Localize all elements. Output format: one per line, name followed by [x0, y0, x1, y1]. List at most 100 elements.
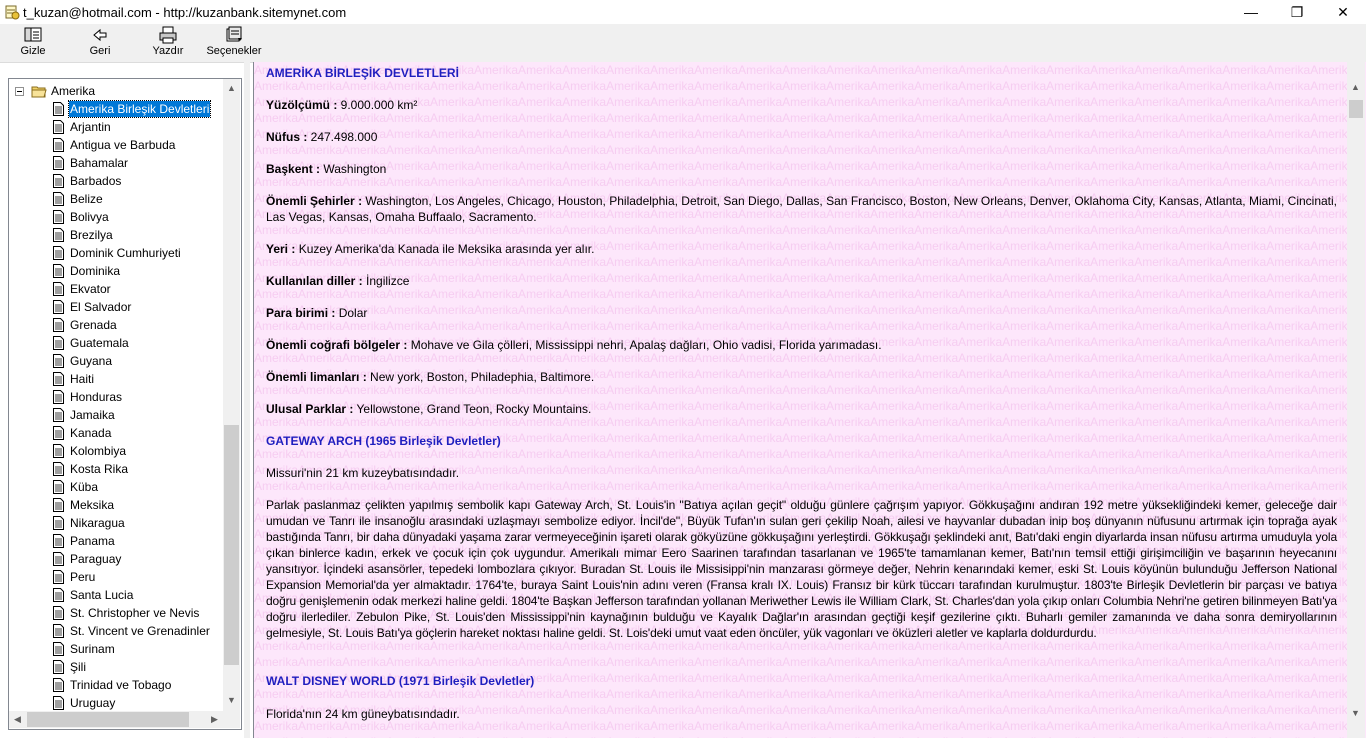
content-scroll-thumb[interactable] [1349, 100, 1363, 118]
content-scroll-up-icon[interactable]: ▲ [1347, 82, 1364, 92]
walt-disney-location: Florida'nın 24 km güneybatısındadır. [266, 707, 460, 721]
scroll-right-icon[interactable]: ▶ [206, 714, 223, 725]
minimize-button[interactable]: — [1228, 0, 1274, 24]
tree-item-label: Santa Lucia [70, 588, 134, 602]
title-bar: t_kuzan@hotmail.com - http://kuzanbank.s… [0, 0, 1366, 24]
close-icon: ✕ [1337, 3, 1349, 20]
scroll-up-icon[interactable]: ▲ [223, 83, 240, 93]
tree-item-label: Kanada [70, 426, 112, 440]
open-folder-icon [31, 86, 47, 98]
document-icon [53, 336, 64, 350]
capital-line: Başkent : Washington [266, 162, 387, 176]
back-button[interactable]: Geri [86, 26, 114, 60]
scroll-left-icon[interactable]: ◀ [9, 714, 26, 725]
tree-item-label: Dominika [70, 264, 121, 278]
document-icon [53, 480, 64, 494]
document-icon [53, 102, 64, 116]
tree-item-label: Bolivya [70, 210, 109, 224]
close-button[interactable]: ✕ [1320, 0, 1366, 24]
tree-item-label: Guyana [70, 354, 113, 368]
document-icon [53, 534, 64, 548]
document-icon [53, 696, 64, 710]
document-icon [53, 408, 64, 422]
document-icon [53, 426, 64, 440]
document-icon [53, 138, 64, 152]
restore-icon: ❐ [1290, 3, 1304, 20]
tree-item-label: Küba [70, 480, 99, 494]
ports-line: Önemli limanları : New york, Boston, Phi… [266, 370, 595, 384]
scroll-corner [223, 711, 240, 728]
collapse-icon[interactable] [15, 87, 24, 96]
options-icon [226, 26, 242, 42]
document-icon [53, 282, 64, 296]
cities-line: Önemli Şehirler : Washington, Los Angele… [266, 194, 1338, 224]
content-document: AmerikaAmerikaAmerikaAmerikaAmerikaAmeri… [254, 62, 1347, 738]
currency-line: Para birimi : Dolar [266, 306, 368, 320]
tree-item-label: Surinam [70, 642, 115, 656]
location-line: Yeri : Kuzey Amerika'da Kanada ile Meksi… [266, 242, 595, 256]
tree-item-label: Nikaragua [70, 516, 125, 530]
hide-button[interactable]: Gizle [20, 26, 46, 60]
tree-item-label: Bahamalar [70, 156, 129, 170]
document-icon [53, 156, 64, 170]
scroll-down-icon[interactable]: ▼ [223, 695, 240, 705]
tree-item-label: Uruguay [70, 696, 116, 710]
tree-item-label: Paraguay [70, 552, 122, 566]
tree-item-label: Kosta Rika [70, 462, 129, 476]
print-button[interactable]: Yazdır [152, 26, 184, 60]
options-button[interactable]: Seçenekler [206, 26, 262, 60]
document-icon [53, 552, 64, 566]
tree-item-label: Şili [70, 660, 87, 674]
document-icon [53, 606, 64, 620]
page-title: AMERİKA BİRLEŞİK DEVLETLERİ [266, 66, 459, 80]
document-icon [53, 210, 64, 224]
document-icon [53, 192, 64, 206]
document-icon [53, 498, 64, 512]
tree-hscroll-thumb[interactable] [27, 712, 189, 727]
tree-item-label: Guatemala [70, 336, 129, 350]
languages-line: Kullanılan diller : İngilizce [266, 274, 410, 288]
tree-vertical-scrollbar[interactable]: ▲ ▼ [223, 79, 240, 711]
tree-item-label: Honduras [70, 390, 123, 404]
minimize-icon: — [1244, 4, 1258, 20]
tree-item-label: El Salvador [70, 300, 132, 314]
restore-button[interactable]: ❐ [1274, 0, 1320, 24]
content-scroll-down-icon[interactable]: ▼ [1347, 708, 1364, 718]
document-icon [53, 444, 64, 458]
tree-item-label: Brezilya [70, 228, 113, 242]
toolbar: Gizle Geri Yazdır Seçenekler [0, 24, 1366, 63]
tree-item-label: Jamaika [70, 408, 115, 422]
document-icon [53, 462, 64, 476]
tree-item-label: St. Vincent ve Grenadinler [70, 624, 210, 638]
document-icon [53, 660, 64, 674]
tree-item-label: Antigua ve Barbuda [70, 138, 176, 152]
document-icon [53, 300, 64, 314]
contents-tree[interactable]: Amerika Amerika Birleşik Devletleri Arjan… [8, 78, 242, 730]
tree-item-label: St. Christopher ve Nevis [70, 606, 200, 620]
tree-item-label: Trinidad ve Tobago [70, 678, 172, 692]
walt-disney-heading: WALT DISNEY WORLD (1971 Birleşik Devletl… [266, 674, 535, 688]
document-icon [53, 354, 64, 368]
tree-item-label: Dominik Cumhuriyeti [70, 246, 181, 260]
tree-item-label: Haiti [70, 372, 95, 386]
printer-icon [159, 26, 177, 44]
tree-horizontal-scrollbar[interactable]: ◀ ▶ [9, 711, 223, 728]
tree-item-label: Barbados [70, 174, 122, 188]
window-title: t_kuzan@hotmail.com - http://kuzanbank.s… [23, 5, 347, 20]
gateway-arch-location: Missuri'nin 21 km kuzeybatısındadır. [266, 466, 460, 480]
tree-item-label: Panama [70, 534, 115, 548]
document-icon [53, 570, 64, 584]
population-line: Nüfus : 247.498.000 [266, 130, 378, 144]
tree-item-label: Ekvator [70, 282, 111, 296]
tree-scroll-thumb[interactable] [224, 425, 239, 665]
document-icon [53, 120, 64, 134]
tree-item-label: Peru [70, 570, 96, 584]
content-vertical-scrollbar[interactable]: ▲ ▼ [1347, 62, 1365, 738]
back-arrow-icon [93, 28, 107, 42]
tree-item-label: Belize [70, 192, 103, 206]
content-pane: AmerikaAmerikaAmerikaAmerikaAmerikaAmeri… [253, 62, 1366, 738]
gateway-arch-heading: GATEWAY ARCH (1965 Birleşik Devletler) [266, 434, 501, 448]
hide-icon [24, 27, 42, 42]
pane-splitter[interactable] [244, 62, 250, 738]
app-icon [5, 5, 20, 20]
